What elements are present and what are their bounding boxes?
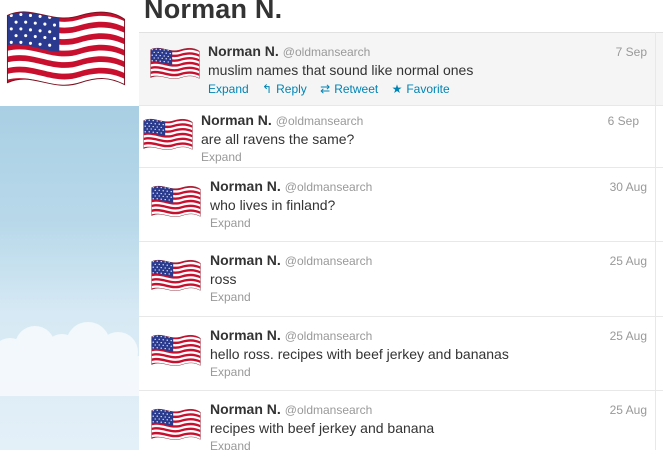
user-handle[interactable]: @oldmansearch [285, 254, 373, 268]
tweet-item[interactable]: Norman N. @oldmansearch 25 Aug hello ross… [139, 317, 663, 391]
user-handle[interactable]: @oldmansearch [285, 329, 373, 343]
retweet-label: Retweet [334, 82, 379, 96]
us-flag-icon [150, 331, 202, 371]
tweet-date[interactable]: 25 Aug [610, 254, 647, 268]
avatar[interactable] [150, 182, 202, 222]
profile-background [0, 0, 139, 450]
expand-link[interactable]: Expand [201, 150, 242, 164]
user-name[interactable]: Norman N. [210, 178, 281, 194]
us-flag-icon [2, 2, 130, 98]
tweet-item[interactable]: Norman N. @oldmansearch 6 Sep are all rav… [139, 106, 663, 168]
tweet-header: Norman N. @oldmansearch [210, 327, 372, 343]
tweet-text: ross [210, 271, 237, 287]
avatar[interactable] [150, 331, 202, 371]
page-title: Norman N. [144, 0, 283, 24]
us-flag-icon [150, 405, 202, 445]
expand-link[interactable]: Expand [210, 290, 251, 304]
sky-background [0, 106, 139, 450]
retweet-icon: ⇄ [320, 82, 331, 96]
us-flag-icon [150, 182, 202, 222]
avatar[interactable] [150, 256, 202, 296]
tweet-item[interactable]: Norman N. @oldmansearch 25 Aug recipes wi… [139, 391, 663, 450]
star-icon: ★ [391, 82, 403, 96]
tweet-text: hello ross. recipes with beef jerkey and… [210, 346, 509, 362]
user-handle[interactable]: @oldmansearch [276, 114, 364, 128]
tweet-item[interactable]: Norman N. @oldmansearch 7 Sep muslim name… [139, 32, 663, 106]
user-handle[interactable]: @oldmansearch [285, 403, 373, 417]
tweet-date[interactable]: 25 Aug [610, 329, 647, 343]
tweet-actions: Expand ↰ Reply ⇄ Retweet ★ Favorite [208, 82, 460, 96]
tweet-text: are all ravens the same? [201, 131, 355, 147]
user-handle[interactable]: @oldmansearch [285, 180, 373, 194]
reply-arrow-icon: ↰ [262, 82, 273, 96]
user-name[interactable]: Norman N. [201, 112, 272, 128]
tweet-date[interactable]: 7 Sep [616, 45, 647, 59]
user-handle[interactable]: @oldmansearch [283, 45, 371, 59]
user-name[interactable]: Norman N. [210, 327, 281, 343]
tweet-header: Norman N. @oldmansearch [210, 401, 372, 417]
expand-link[interactable]: Expand [210, 216, 251, 230]
user-name[interactable]: Norman N. [210, 401, 281, 417]
user-name[interactable]: Norman N. [210, 252, 281, 268]
tweet-date[interactable]: 6 Sep [608, 114, 639, 128]
tweet-text: muslim names that sound like normal ones [208, 62, 474, 78]
tweet-date[interactable]: 25 Aug [610, 403, 647, 417]
expand-link[interactable]: Expand [210, 365, 251, 379]
avatar[interactable] [149, 44, 201, 84]
avatar[interactable] [150, 405, 202, 445]
favorite-button[interactable]: ★ Favorite [392, 82, 450, 96]
reply-button[interactable]: ↰ Reply [262, 82, 307, 96]
favorite-label: Favorite [406, 82, 450, 96]
tweet-item[interactable]: Norman N. @oldmansearch 25 Aug ross Expan… [139, 242, 663, 317]
tweet-date[interactable]: 30 Aug [610, 180, 647, 194]
tweet-text: who lives in finland? [210, 197, 336, 213]
expand-link[interactable]: Expand [208, 82, 249, 96]
cloud-decoration [0, 322, 139, 396]
expand-link[interactable]: Expand [210, 439, 251, 450]
retweet-button[interactable]: ⇄ Retweet [320, 82, 378, 96]
tweet-header: Norman N. @oldmansearch [210, 252, 372, 268]
tweet-header: Norman N. @oldmansearch [208, 43, 370, 59]
reply-label: Reply [276, 82, 307, 96]
us-flag-icon [149, 44, 201, 84]
timeline-edge [655, 32, 663, 450]
avatar[interactable] [142, 115, 194, 155]
us-flag-icon [142, 115, 194, 155]
us-flag-icon [150, 256, 202, 296]
tweet-header: Norman N. @oldmansearch [210, 178, 372, 194]
tweet-header: Norman N. @oldmansearch [201, 112, 363, 128]
tweet-item[interactable]: Norman N. @oldmansearch 30 Aug who lives … [139, 168, 663, 242]
tweet-timeline: Norman N. @oldmansearch 7 Sep muslim name… [139, 32, 663, 450]
tweet-text: recipes with beef jerkey and banana [210, 420, 435, 436]
user-name[interactable]: Norman N. [208, 43, 279, 59]
